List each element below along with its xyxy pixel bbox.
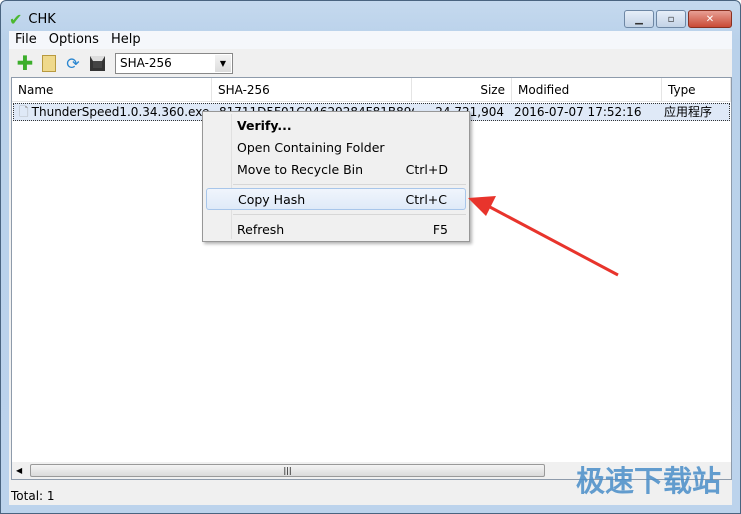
- red-arrow-annotation: [468, 196, 619, 277]
- watermark-logo: 极速下载站: [575, 464, 721, 498]
